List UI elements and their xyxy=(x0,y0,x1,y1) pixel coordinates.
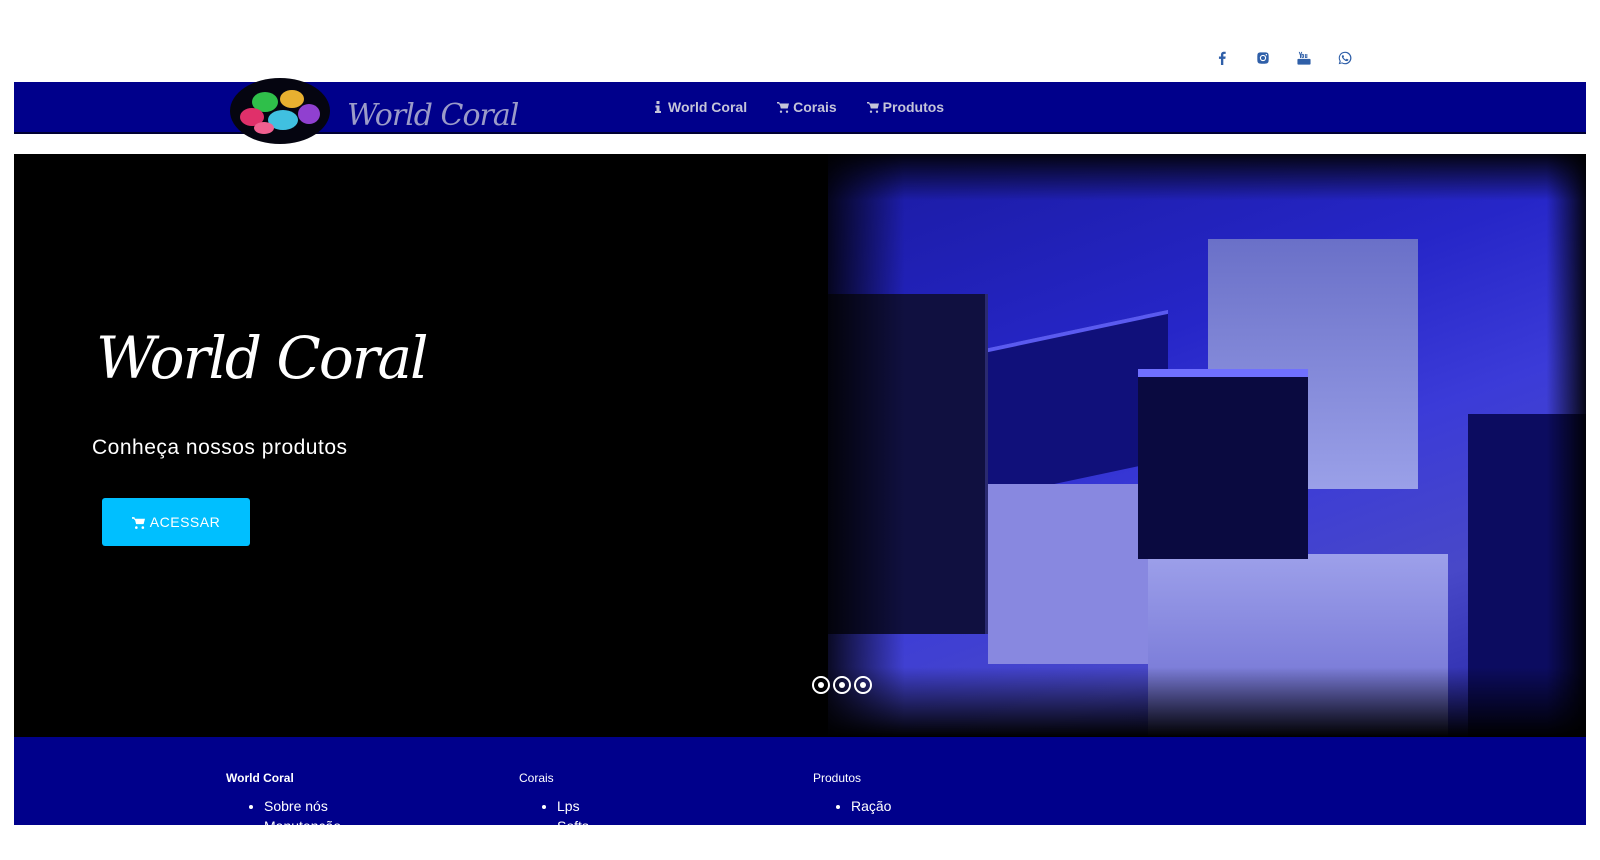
nav-menu: World Coral Corais Produtos xyxy=(652,99,944,115)
footer-column-world-coral: World Coral Sobre nós Manutenção xyxy=(226,771,341,825)
cart-icon xyxy=(131,516,145,529)
facebook-icon[interactable] xyxy=(1212,48,1232,68)
photo-vignette xyxy=(794,154,1586,737)
carousel-dot-3[interactable] xyxy=(854,676,872,694)
footer-link-racao[interactable]: Ração xyxy=(851,796,891,816)
whatsapp-icon[interactable] xyxy=(1335,48,1355,68)
acessar-label: ACESSAR xyxy=(149,514,221,530)
carousel-dot-2[interactable] xyxy=(833,676,851,694)
footer-link-softs[interactable]: Softs xyxy=(557,816,589,825)
footer-column-corais: Corais Lps Softs xyxy=(519,771,589,825)
nav-item-label: World Coral xyxy=(668,99,748,115)
youtube-icon[interactable] xyxy=(1294,48,1314,68)
hero-carousel: World Coral Conheça nossos produtos ACES… xyxy=(14,154,1586,737)
footer-column-title: World Coral xyxy=(226,771,294,785)
instagram-icon[interactable] xyxy=(1253,48,1273,68)
footer-column-title: Corais xyxy=(519,771,554,785)
site-footer: World Coral Sobre nós Manutenção Corais … xyxy=(14,737,1586,825)
nav-item-world-coral[interactable]: World Coral xyxy=(652,99,747,115)
carousel-indicators xyxy=(812,676,872,694)
nav-item-label: Corais xyxy=(793,99,837,115)
footer-column-produtos: Produtos Ração xyxy=(813,771,891,816)
cart-icon xyxy=(777,102,790,113)
footer-link-lps[interactable]: Lps xyxy=(557,796,589,816)
cart-icon xyxy=(866,102,879,113)
hero-subtitle: Conheça nossos produtos xyxy=(92,436,348,459)
info-icon xyxy=(655,101,661,113)
main-navbar: World Coral World Coral Corais Produtos xyxy=(14,78,1586,144)
nav-item-produtos[interactable]: Produtos xyxy=(866,99,945,115)
footer-link-sobre-nos[interactable]: Sobre nós xyxy=(264,796,341,816)
footer-link-manutencao[interactable]: Manutenção xyxy=(264,816,341,825)
brand-name[interactable]: World Coral xyxy=(347,98,519,133)
acessar-button[interactable]: ACESSAR xyxy=(102,498,250,546)
carousel-dot-1[interactable] xyxy=(812,676,830,694)
brand-logo[interactable] xyxy=(230,78,330,144)
social-links xyxy=(1212,48,1355,68)
footer-column-title: Produtos xyxy=(813,771,862,785)
hero-title: World Coral xyxy=(96,324,429,392)
nav-item-corais[interactable]: Corais xyxy=(777,99,837,115)
nav-item-label: Produtos xyxy=(882,99,945,115)
